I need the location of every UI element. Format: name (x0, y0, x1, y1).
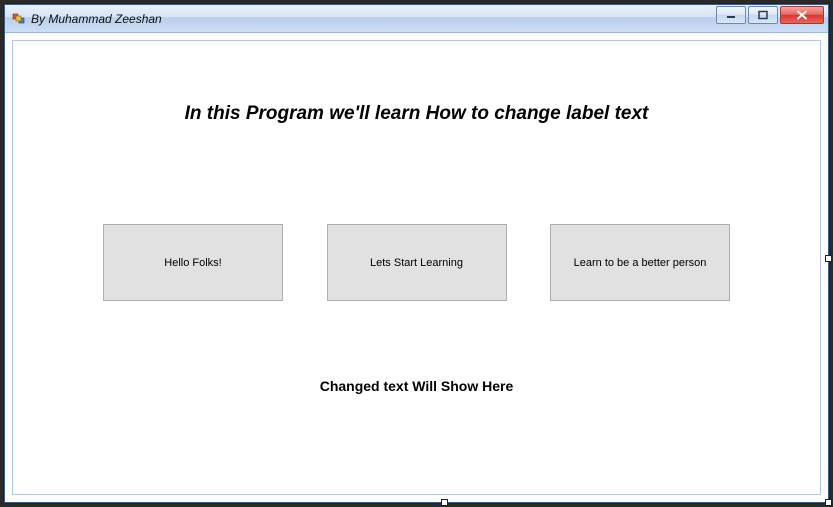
app-icon (11, 11, 27, 27)
result-label: Changed text Will Show Here (13, 378, 820, 394)
heading-label: In this Program we'll learn How to chang… (13, 103, 820, 125)
window-title: By Muhammad Zeeshan (31, 12, 162, 26)
hello-folks-button[interactable]: Hello Folks! (103, 224, 283, 301)
client-area: In this Program we'll learn How to chang… (12, 40, 821, 495)
minimize-button[interactable] (716, 6, 746, 24)
maximize-button[interactable] (748, 6, 778, 24)
better-person-button[interactable]: Learn to be a better person (550, 224, 730, 301)
start-learning-button[interactable]: Lets Start Learning (327, 224, 507, 301)
maximize-icon (757, 10, 769, 20)
resize-handle-right[interactable] (825, 255, 832, 262)
button-label: Hello Folks! (164, 257, 221, 269)
titlebar[interactable]: By Muhammad Zeeshan (5, 5, 828, 33)
minimize-icon (725, 10, 737, 20)
close-icon (795, 10, 809, 20)
button-label: Learn to be a better person (574, 257, 707, 269)
resize-handle-bottom[interactable] (441, 499, 448, 506)
button-row: Hello Folks! Lets Start Learning Learn t… (103, 224, 730, 301)
close-button[interactable] (780, 6, 824, 24)
button-label: Lets Start Learning (370, 257, 463, 269)
app-window: By Muhammad Zeeshan In this Program we'l… (4, 4, 829, 503)
window-controls (716, 6, 824, 24)
resize-handle-corner[interactable] (825, 499, 832, 506)
